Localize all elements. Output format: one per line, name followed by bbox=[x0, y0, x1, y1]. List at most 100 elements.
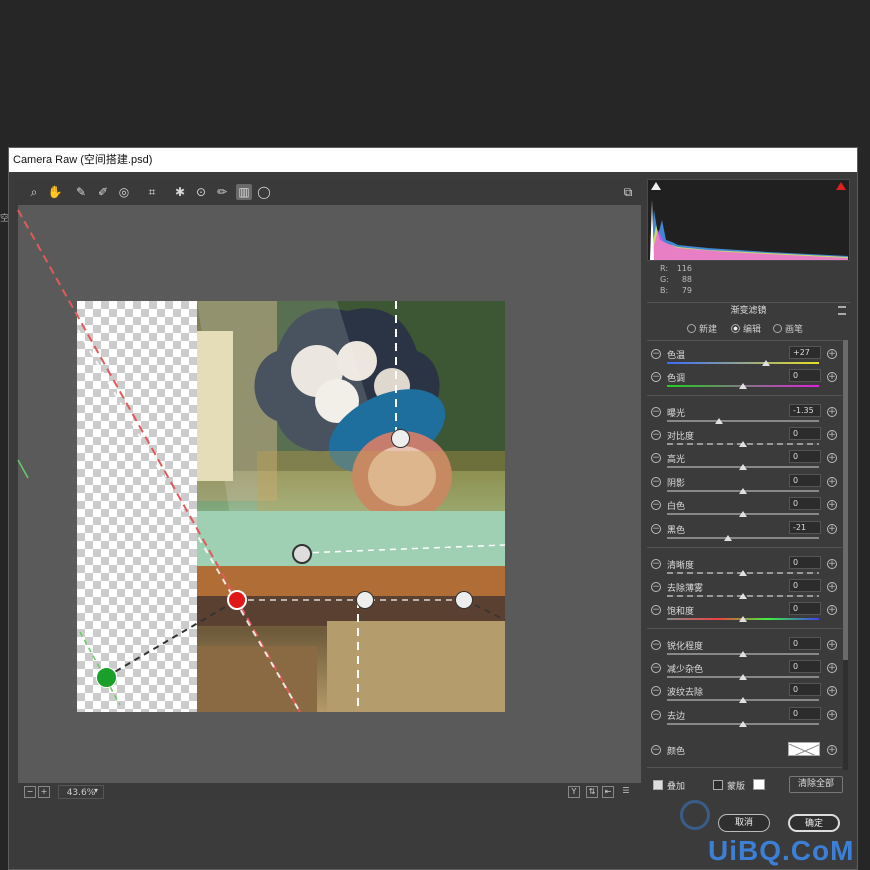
slider-value[interactable]: 0 bbox=[789, 660, 821, 673]
slider-row: − 曝光 -1.35 + bbox=[647, 404, 842, 427]
slider-track[interactable] bbox=[667, 537, 819, 539]
slider-value[interactable]: +27 bbox=[789, 346, 821, 359]
minus-icon[interactable]: − bbox=[651, 372, 661, 382]
plus-icon[interactable]: + bbox=[827, 477, 837, 487]
slider-value[interactable]: 0 bbox=[789, 602, 821, 615]
slider-thumb[interactable] bbox=[739, 593, 747, 599]
minus-icon[interactable]: − bbox=[651, 500, 661, 510]
minus-icon[interactable]: − bbox=[651, 477, 661, 487]
plus-icon[interactable]: + bbox=[827, 745, 837, 755]
slider-track[interactable] bbox=[667, 362, 819, 364]
slider-value[interactable]: 0 bbox=[789, 637, 821, 650]
overlay-checkbox[interactable] bbox=[653, 780, 663, 790]
cancel-button[interactable]: 取消 bbox=[718, 814, 770, 832]
plus-icon[interactable]: + bbox=[827, 582, 837, 592]
shadow-clip-warning-icon[interactable] bbox=[651, 182, 661, 190]
panel-scrollbar[interactable] bbox=[843, 340, 848, 770]
gradient-pin[interactable] bbox=[391, 429, 410, 448]
ok-button[interactable]: 确定 bbox=[788, 814, 840, 832]
plus-icon[interactable]: + bbox=[827, 430, 837, 440]
slider-value[interactable]: 0 bbox=[789, 474, 821, 487]
plus-icon[interactable]: + bbox=[827, 559, 837, 569]
minus-icon[interactable]: − bbox=[651, 605, 661, 615]
color-swatch[interactable] bbox=[788, 742, 820, 756]
gradient-pin[interactable] bbox=[356, 591, 374, 609]
copy-settings-icon[interactable]: ⇤ bbox=[602, 786, 614, 798]
slider-thumb[interactable] bbox=[739, 383, 747, 389]
plus-icon[interactable]: + bbox=[827, 640, 837, 650]
slider-thumb[interactable] bbox=[723, 535, 732, 541]
plus-icon[interactable]: + bbox=[827, 453, 837, 463]
slider-value[interactable]: 0 bbox=[789, 369, 821, 382]
slider-thumb[interactable] bbox=[739, 721, 747, 727]
divider bbox=[647, 547, 842, 548]
minus-icon[interactable]: − bbox=[651, 407, 661, 417]
minus-icon[interactable]: − bbox=[651, 686, 661, 696]
slider-thumb[interactable] bbox=[739, 674, 747, 680]
clear-all-button[interactable]: 清除全部 bbox=[789, 776, 843, 793]
slider-value[interactable]: 0 bbox=[789, 497, 821, 510]
minus-icon[interactable]: − bbox=[651, 430, 661, 440]
slider-thumb[interactable] bbox=[739, 464, 747, 470]
slider-thumb[interactable] bbox=[714, 418, 723, 424]
slider-thumb[interactable] bbox=[739, 570, 747, 576]
zoom-out-button[interactable]: − bbox=[24, 786, 36, 798]
minus-icon[interactable]: − bbox=[651, 559, 661, 569]
slider-value[interactable]: 0 bbox=[789, 450, 821, 463]
minus-icon[interactable]: − bbox=[651, 524, 661, 534]
mode-new[interactable]: 新建 bbox=[687, 322, 717, 335]
slider-thumb[interactable] bbox=[739, 616, 747, 622]
minus-icon[interactable]: − bbox=[651, 582, 661, 592]
slider-value[interactable]: 0 bbox=[789, 579, 821, 592]
slider-value[interactable]: -1.35 bbox=[789, 404, 821, 417]
slider-value[interactable]: 0 bbox=[789, 683, 821, 696]
slider-thumb[interactable] bbox=[739, 651, 747, 657]
slider-value[interactable]: -21 bbox=[789, 521, 821, 534]
panel-footer: 叠加 蒙版 清除全部 bbox=[647, 774, 850, 798]
slider-thumb[interactable] bbox=[739, 697, 747, 703]
mask-checkbox[interactable] bbox=[713, 780, 723, 790]
plus-icon[interactable]: + bbox=[827, 524, 837, 534]
red-end-pin[interactable] bbox=[227, 590, 247, 610]
highlight-clip-warning-icon[interactable] bbox=[836, 182, 846, 190]
mode-brush[interactable]: 画笔 bbox=[773, 322, 803, 335]
slider-thumb[interactable] bbox=[761, 360, 770, 366]
plus-icon[interactable]: + bbox=[827, 686, 837, 696]
slider-track[interactable] bbox=[667, 420, 819, 422]
plus-icon[interactable]: + bbox=[827, 710, 837, 720]
slider-thumb[interactable] bbox=[739, 488, 747, 494]
chevron-down-icon[interactable]: ▾ bbox=[90, 786, 102, 798]
slider-label: 白色 bbox=[667, 502, 686, 512]
slider-row: − 黑色 -21 + bbox=[647, 521, 842, 544]
plus-icon[interactable]: + bbox=[827, 663, 837, 673]
minus-icon[interactable]: − bbox=[651, 349, 661, 359]
minus-icon[interactable]: − bbox=[651, 663, 661, 673]
gradient-pin[interactable] bbox=[292, 544, 312, 564]
mask-color-swatch[interactable] bbox=[753, 779, 765, 790]
minus-icon[interactable]: − bbox=[651, 710, 661, 720]
slider-value[interactable]: 0 bbox=[789, 427, 821, 440]
swap-before-after-icon[interactable]: ⇅ bbox=[586, 786, 598, 798]
slider-value[interactable]: 0 bbox=[789, 556, 821, 569]
panel-menu-icon[interactable] bbox=[838, 306, 846, 315]
before-after-y-icon[interactable]: Y bbox=[568, 786, 580, 798]
plus-icon[interactable]: + bbox=[827, 605, 837, 615]
slider-label: 黑色 bbox=[667, 526, 686, 536]
green-start-pin[interactable] bbox=[96, 667, 117, 688]
minus-icon[interactable]: − bbox=[651, 453, 661, 463]
plus-icon[interactable]: + bbox=[827, 372, 837, 382]
slider-thumb[interactable] bbox=[739, 511, 747, 517]
slider-thumb[interactable] bbox=[739, 441, 747, 447]
preview-settings-icon[interactable]: ☰ bbox=[620, 786, 632, 798]
scrollbar-thumb[interactable] bbox=[843, 340, 848, 660]
plus-icon[interactable]: + bbox=[827, 407, 837, 417]
plus-icon[interactable]: + bbox=[827, 500, 837, 510]
zoom-in-button[interactable]: + bbox=[38, 786, 50, 798]
watermark: UiBQ.CoM bbox=[708, 835, 855, 866]
gradient-pin[interactable] bbox=[455, 591, 473, 609]
slider-value[interactable]: 0 bbox=[789, 707, 821, 720]
plus-icon[interactable]: + bbox=[827, 349, 837, 359]
mode-edit[interactable]: 编辑 bbox=[731, 322, 761, 335]
minus-icon[interactable]: − bbox=[651, 745, 661, 755]
minus-icon[interactable]: − bbox=[651, 640, 661, 650]
